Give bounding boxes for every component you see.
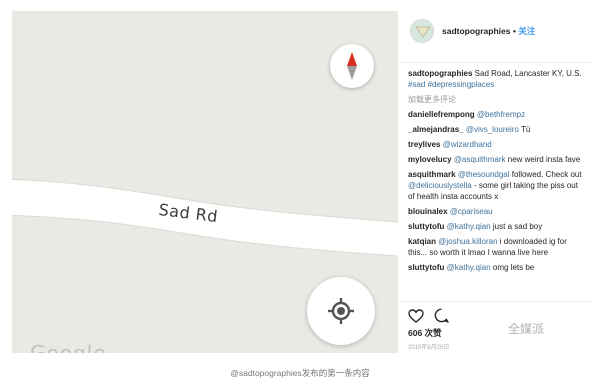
post-username[interactable]: sadtopographies [442, 26, 510, 36]
comment-item: treylives @wizardhand [408, 139, 584, 150]
comment-mention[interactable]: @kathy.qian [447, 263, 491, 272]
caption-username[interactable]: sadtopographies [408, 69, 472, 78]
watermark-logo: 全媒派 [508, 322, 545, 336]
comments-list: sadtopographies Sad Road, Lancaster KY, … [408, 68, 584, 277]
comment-text: new weird insta fave [505, 155, 581, 164]
post-username-line: sadtopographies • 关注 [442, 26, 535, 37]
comment-mention[interactable]: @joshua.killoran [438, 237, 497, 246]
comment-mention-2[interactable]: @deliciouslystella [408, 181, 472, 190]
comment-item: _almejandras_ @vivs_loureiro Tü [408, 124, 584, 135]
post-caption: sadtopographies Sad Road, Lancaster KY, … [408, 68, 584, 90]
comment-item: daniellefrempong @bethfrempz [408, 109, 584, 120]
load-more-comments[interactable]: 加载更多评论 [408, 94, 584, 105]
avatar[interactable] [410, 19, 434, 43]
comment-username[interactable]: blouinalex [408, 207, 448, 216]
comment-mention[interactable]: @vivs_loureiro [466, 125, 519, 134]
comment-username[interactable]: asquithmark [408, 170, 456, 179]
comment-item: blouinalex @cpariseau [408, 206, 584, 217]
instagram-post-panel: sadtopographies • 关注 sadtopographies Sad… [398, 11, 594, 353]
comment-username[interactable]: daniellefrempong [408, 110, 475, 119]
follow-button[interactable]: 关注 [518, 26, 535, 36]
comment-mention[interactable]: @bethfrempz [477, 110, 525, 119]
comment-button[interactable] [434, 308, 449, 326]
comment-mention[interactable]: @kathy.qian [447, 222, 491, 231]
comment-username[interactable]: treylives [408, 140, 440, 149]
comment-item: sluttytofu @kathy.qian just a sad boy [408, 221, 584, 232]
avatar-triangle-icon [415, 26, 431, 38]
comment-item: mylovelucy @asquithmark new weird insta … [408, 154, 584, 165]
post-date: 2015年8月20日 [408, 345, 450, 351]
comment-username[interactable]: _almejandras_ [408, 125, 464, 134]
comment-mention[interactable]: @wizardhand [443, 140, 492, 149]
comment-item: katqian @joshua.killoran i downloaded ig… [408, 236, 584, 258]
comment-text: followed. Check out [509, 170, 582, 179]
likes-count[interactable]: 606 次赞 [408, 328, 442, 339]
comment-text: just a sad boy [490, 222, 543, 231]
post-actions: 606 次赞 2015年8月20日 全媒派 [398, 301, 594, 353]
comment-mention[interactable]: @asquithmark [454, 155, 506, 164]
comment-username[interactable]: katqian [408, 237, 436, 246]
google-logo: Google [30, 341, 107, 353]
comment-mention[interactable]: @thesoundgal [458, 170, 510, 179]
compass-button[interactable] [330, 44, 374, 88]
comment-mention[interactable]: @cpariseau [450, 207, 493, 216]
comment-bubble-icon [434, 308, 449, 323]
my-location-icon [328, 298, 354, 324]
figure-caption: @sadtopographies发布的第一条内容 [230, 368, 370, 378]
heart-icon [408, 309, 424, 323]
caption-text: Sad Road, Lancaster KY, U.S. [472, 69, 582, 78]
comment-username[interactable]: mylovelucy [408, 155, 452, 164]
comment-item: asquithmark @thesoundgal followed. Check… [408, 169, 584, 202]
comment-text: omg lets be [490, 263, 535, 272]
comment-username[interactable]: sluttytofu [408, 263, 444, 272]
caption-hashtags[interactable]: #sad #depressingplaces [408, 80, 494, 89]
comment-item: sluttytofu @kathy.qian omg lets be [408, 262, 584, 273]
compass-icon [347, 52, 357, 80]
comment-text: Tü [518, 125, 531, 134]
action-icons [408, 308, 457, 326]
comment-username[interactable]: sluttytofu [408, 222, 444, 231]
my-location-button[interactable] [307, 277, 375, 345]
map-view[interactable]: Sad Rd Google [12, 11, 398, 353]
like-button[interactable] [408, 309, 424, 326]
post-header: sadtopographies • 关注 [398, 11, 594, 63]
